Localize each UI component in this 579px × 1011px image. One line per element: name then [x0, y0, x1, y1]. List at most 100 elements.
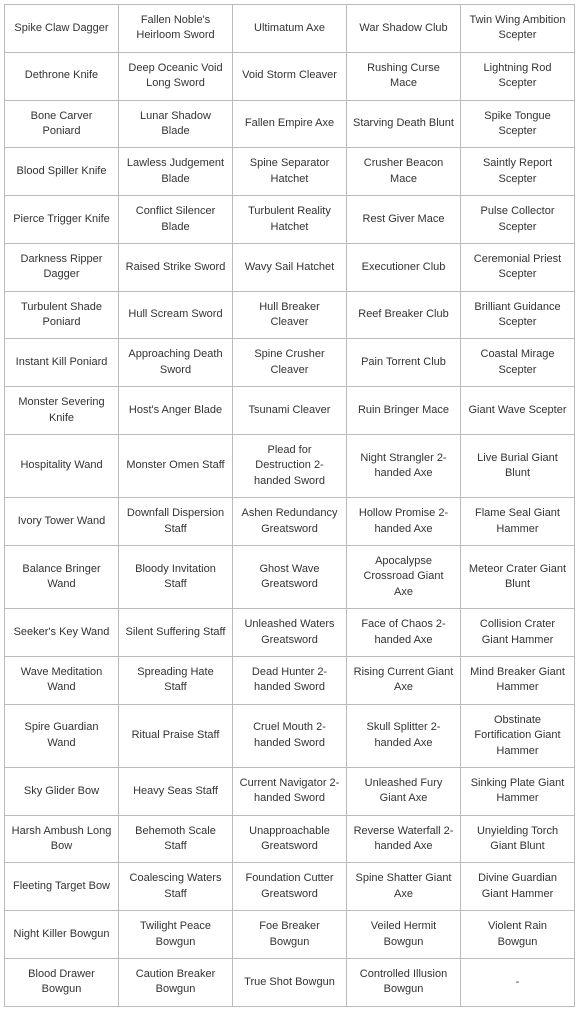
table-cell: Reverse Waterfall 2-handed Axe: [347, 815, 461, 863]
table-cell: Saintly Report Scepter: [461, 148, 575, 196]
table-cell: Turbulent Reality Hatchet: [233, 196, 347, 244]
table-row: Instant Kill PoniardApproaching Death Sw…: [5, 339, 575, 387]
table-cell: Hospitality Wand: [5, 435, 119, 498]
table-cell: Darkness Ripper Dagger: [5, 243, 119, 291]
table-cell: Fallen Noble's Heirloom Sword: [119, 5, 233, 53]
table-cell: Reef Breaker Club: [347, 291, 461, 339]
table-row: Monster Severing KnifeHost's Anger Blade…: [5, 387, 575, 435]
table-cell: Conflict Silencer Blade: [119, 196, 233, 244]
table-cell: Night Strangler 2-handed Axe: [347, 435, 461, 498]
table-cell: Spine Shatter Giant Axe: [347, 863, 461, 911]
table-cell: Seeker's Key Wand: [5, 609, 119, 657]
table-cell: Coastal Mirage Scepter: [461, 339, 575, 387]
table-row: Harsh Ambush Long BowBehemoth Scale Staf…: [5, 815, 575, 863]
table-cell: Caution Breaker Bowgun: [119, 959, 233, 1007]
table-cell: Flame Seal Giant Hammer: [461, 498, 575, 546]
table-cell: Lawless Judgement Blade: [119, 148, 233, 196]
table-cell: Ultimatum Axe: [233, 5, 347, 53]
table-cell: Pain Torrent Club: [347, 339, 461, 387]
table-cell: Void Storm Cleaver: [233, 52, 347, 100]
table-row: Sky Glider BowHeavy Seas StaffCurrent Na…: [5, 767, 575, 815]
table-cell: Turbulent Shade Poniard: [5, 291, 119, 339]
table-cell: Ghost Wave Greatsword: [233, 545, 347, 608]
table-cell: Heavy Seas Staff: [119, 767, 233, 815]
table-cell: Harsh Ambush Long Bow: [5, 815, 119, 863]
table-cell: Spine Separator Hatchet: [233, 148, 347, 196]
table-cell: Raised Strike Sword: [119, 243, 233, 291]
table-cell: Pulse Collector Scepter: [461, 196, 575, 244]
table-cell: Dethrone Knife: [5, 52, 119, 100]
table-cell: Approaching Death Sword: [119, 339, 233, 387]
table-row: Dethrone KnifeDeep Oceanic Void Long Swo…: [5, 52, 575, 100]
table-cell: Lightning Rod Scepter: [461, 52, 575, 100]
table-cell: Behemoth Scale Staff: [119, 815, 233, 863]
table-cell: Unapproachable Greatsword: [233, 815, 347, 863]
table-row: Night Killer BowgunTwilight Peace Bowgun…: [5, 911, 575, 959]
table-cell: Unyielding Torch Giant Blunt: [461, 815, 575, 863]
table-cell: War Shadow Club: [347, 5, 461, 53]
table-cell: Dead Hunter 2-handed Sword: [233, 656, 347, 704]
table-cell: Hollow Promise 2-handed Axe: [347, 498, 461, 546]
table-cell: Apocalypse Crossroad Giant Axe: [347, 545, 461, 608]
table-cell: Fleeting Target Bow: [5, 863, 119, 911]
table-cell: Instant Kill Poniard: [5, 339, 119, 387]
table-cell: Foe Breaker Bowgun: [233, 911, 347, 959]
table-cell: Monster Omen Staff: [119, 435, 233, 498]
table-cell: Downfall Dispersion Staff: [119, 498, 233, 546]
table-cell: Ceremonial Priest Scepter: [461, 243, 575, 291]
table-cell: Mind Breaker Giant Hammer: [461, 656, 575, 704]
table-row: Blood Drawer BowgunCaution Breaker Bowgu…: [5, 959, 575, 1007]
table-cell: Silent Suffering Staff: [119, 609, 233, 657]
table-cell: Giant Wave Scepter: [461, 387, 575, 435]
table-cell: Lunar Shadow Blade: [119, 100, 233, 148]
weapon-table-body: Spike Claw DaggerFallen Noble's Heirloom…: [5, 5, 575, 1007]
table-cell: Cruel Mouth 2-handed Sword: [233, 704, 347, 767]
table-cell: Unleashed Waters Greatsword: [233, 609, 347, 657]
table-cell: Night Killer Bowgun: [5, 911, 119, 959]
table-cell: Deep Oceanic Void Long Sword: [119, 52, 233, 100]
table-cell: Face of Chaos 2-handed Axe: [347, 609, 461, 657]
table-cell: Blood Spiller Knife: [5, 148, 119, 196]
table-cell: Rushing Curse Mace: [347, 52, 461, 100]
table-cell: Skull Splitter 2-handed Axe: [347, 704, 461, 767]
table-cell: Monster Severing Knife: [5, 387, 119, 435]
table-row: Wave Meditation WandSpreading Hate Staff…: [5, 656, 575, 704]
table-cell: Bloody Invitation Staff: [119, 545, 233, 608]
table-cell: Brilliant Guidance Scepter: [461, 291, 575, 339]
table-cell: Wavy Sail Hatchet: [233, 243, 347, 291]
table-row: Fleeting Target BowCoalescing Waters Sta…: [5, 863, 575, 911]
table-cell: Sinking Plate Giant Hammer: [461, 767, 575, 815]
table-cell: Hull Scream Sword: [119, 291, 233, 339]
table-cell: Sky Glider Bow: [5, 767, 119, 815]
table-cell: Rest Giver Mace: [347, 196, 461, 244]
table-cell: Balance Bringer Wand: [5, 545, 119, 608]
table-row: Pierce Trigger KnifeConflict Silencer Bl…: [5, 196, 575, 244]
table-cell: Ritual Praise Staff: [119, 704, 233, 767]
table-row: Darkness Ripper DaggerRaised Strike Swor…: [5, 243, 575, 291]
table-row: Spike Claw DaggerFallen Noble's Heirloom…: [5, 5, 575, 53]
table-cell: Rising Current Giant Axe: [347, 656, 461, 704]
table-cell: Tsunami Cleaver: [233, 387, 347, 435]
weapon-table: Spike Claw DaggerFallen Noble's Heirloom…: [4, 4, 575, 1007]
table-cell: Twilight Peace Bowgun: [119, 911, 233, 959]
table-row: Blood Spiller KnifeLawless Judgement Bla…: [5, 148, 575, 196]
table-cell: Obstinate Fortification Giant Hammer: [461, 704, 575, 767]
table-cell: Current Navigator 2-handed Sword: [233, 767, 347, 815]
table-cell: -: [461, 959, 575, 1007]
table-cell: Bone Carver Poniard: [5, 100, 119, 148]
table-cell: Veiled Hermit Bowgun: [347, 911, 461, 959]
table-cell: Blood Drawer Bowgun: [5, 959, 119, 1007]
table-cell: Unleashed Fury Giant Axe: [347, 767, 461, 815]
table-cell: Crusher Beacon Mace: [347, 148, 461, 196]
table-cell: Executioner Club: [347, 243, 461, 291]
table-cell: Violent Rain Bowgun: [461, 911, 575, 959]
table-cell: Divine Guardian Giant Hammer: [461, 863, 575, 911]
table-cell: Twin Wing Ambition Scepter: [461, 5, 575, 53]
table-cell: Pierce Trigger Knife: [5, 196, 119, 244]
table-cell: True Shot Bowgun: [233, 959, 347, 1007]
table-cell: Plead for Destruction 2-handed Sword: [233, 435, 347, 498]
table-cell: Meteor Crater Giant Blunt: [461, 545, 575, 608]
table-row: Hospitality WandMonster Omen StaffPlead …: [5, 435, 575, 498]
table-cell: Live Burial Giant Blunt: [461, 435, 575, 498]
table-cell: Collision Crater Giant Hammer: [461, 609, 575, 657]
